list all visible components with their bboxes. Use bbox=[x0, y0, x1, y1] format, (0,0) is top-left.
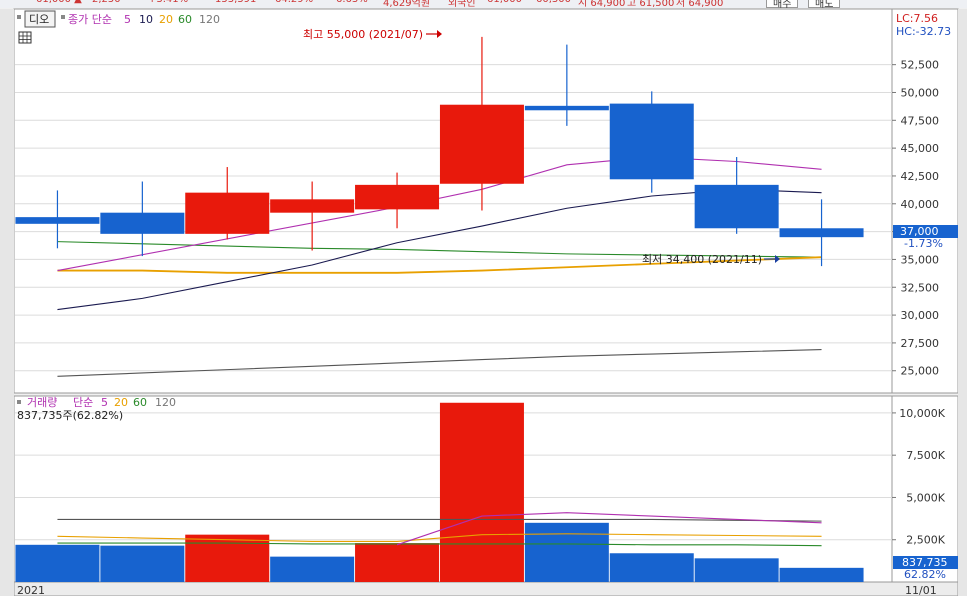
candle-body bbox=[439, 104, 524, 184]
price-ma-label: 종가 단순 bbox=[68, 13, 112, 26]
price-tick-label: 25,000 bbox=[901, 365, 940, 378]
volume-ma-20: 20 bbox=[114, 396, 128, 409]
volume-tick-label: 7,500K bbox=[906, 449, 945, 462]
price-tick-label: 52,500 bbox=[901, 59, 940, 72]
x-axis-strip bbox=[13, 581, 959, 596]
price-tick-label: 40,000 bbox=[901, 198, 940, 211]
volume-bar bbox=[355, 543, 440, 582]
candle-body bbox=[185, 192, 270, 234]
volume-ma-5: 5 bbox=[101, 396, 108, 409]
candle-body bbox=[15, 217, 100, 224]
volume-bar bbox=[270, 556, 355, 582]
x-axis-end: 11/01 bbox=[905, 584, 937, 596]
current-volume-pct: 62.82% bbox=[904, 568, 946, 581]
volume-ma-label: 단순 bbox=[73, 396, 93, 409]
ma-menu-icon[interactable] bbox=[61, 15, 65, 19]
candle-body bbox=[779, 228, 864, 238]
price-ma-10: 10 bbox=[139, 13, 153, 26]
price-ma-5: 5 bbox=[124, 13, 131, 26]
price-tick-label: 35,000 bbox=[901, 253, 940, 266]
volume-label: 거래량 bbox=[27, 396, 57, 409]
candle-body bbox=[100, 212, 185, 234]
price-ma-120: 120 bbox=[199, 13, 220, 26]
volume-bar bbox=[694, 558, 779, 582]
volume-bar bbox=[609, 553, 694, 582]
volume-bar bbox=[524, 522, 609, 582]
stock-chart: 25,00027,50030,00032,50035,00037,50040,0… bbox=[0, 8, 967, 596]
volume-ma-120: 120 bbox=[155, 396, 176, 409]
candle-body bbox=[524, 105, 609, 111]
high-annotation: 최고 55,000 (2021/07) bbox=[303, 28, 423, 41]
volume-bar bbox=[100, 545, 185, 582]
grid-icon[interactable] bbox=[18, 31, 32, 44]
volume-bar bbox=[15, 544, 100, 582]
candle-body bbox=[694, 184, 779, 229]
price-tick-label: 27,500 bbox=[901, 337, 940, 350]
tab-dio-label: 디오 bbox=[29, 13, 49, 26]
x-axis-start: 2021 bbox=[17, 584, 45, 596]
volume-tick-label: 10,000K bbox=[899, 407, 945, 420]
price-ma-20: 20 bbox=[159, 13, 173, 26]
lc-value: LC:7.56 bbox=[896, 12, 938, 25]
price-tick-label: 42,500 bbox=[901, 170, 940, 183]
low-annotation: 최저 34,400 (2021/11) bbox=[642, 253, 762, 266]
volume-bar bbox=[185, 534, 270, 582]
volume-tick-label: 5,000K bbox=[906, 491, 945, 504]
price-tick-label: 32,500 bbox=[901, 281, 940, 294]
volume-axis-panel bbox=[891, 395, 959, 583]
volume-menu-icon[interactable] bbox=[17, 400, 21, 404]
volume-bar bbox=[779, 567, 864, 582]
price-ma-60: 60 bbox=[178, 13, 192, 26]
candle-body bbox=[355, 184, 440, 210]
price-tick-label: 47,500 bbox=[901, 114, 940, 127]
current-change: -1.73% bbox=[904, 237, 943, 250]
volume-ma-60: 60 bbox=[133, 396, 147, 409]
right-margin bbox=[958, 9, 967, 596]
last-volume-text: 837,735주(62.82%) bbox=[17, 409, 123, 422]
panel-menu-icon[interactable] bbox=[17, 15, 21, 19]
candle-body bbox=[609, 103, 694, 180]
candle-body bbox=[270, 199, 355, 213]
volume-bar bbox=[439, 402, 524, 582]
volume-tick-label: 2,500K bbox=[906, 534, 945, 547]
price-tick-label: 50,000 bbox=[901, 86, 940, 99]
price-tick-label: 30,000 bbox=[901, 309, 940, 322]
price-tick-label: 45,000 bbox=[901, 142, 940, 155]
hc-value: HC:-32.73 bbox=[896, 25, 951, 38]
left-margin bbox=[0, 9, 14, 596]
